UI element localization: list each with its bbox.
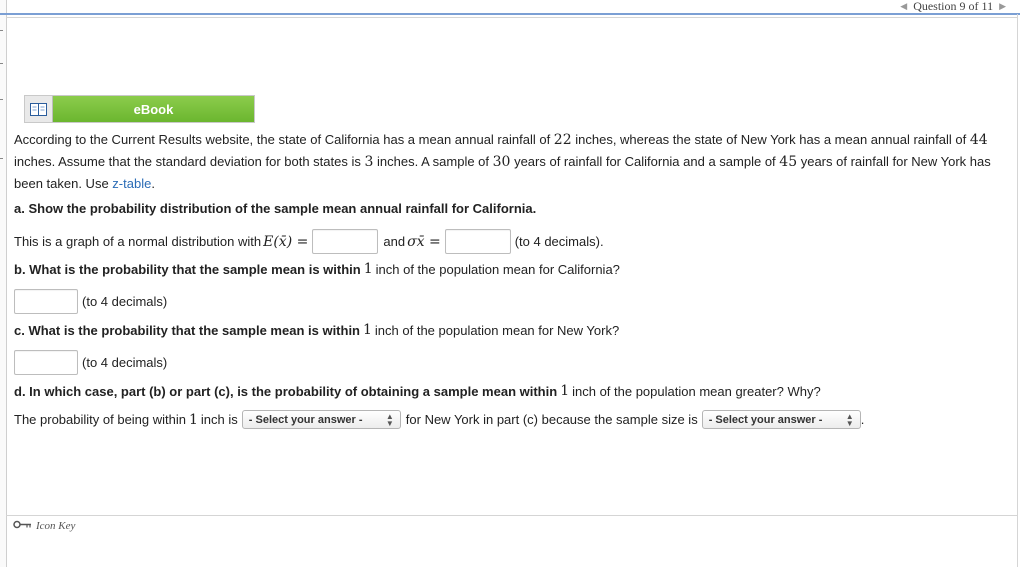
and-text: and bbox=[383, 234, 406, 249]
part-c-text: inch of the population mean for New York… bbox=[374, 322, 620, 338]
new-york-mean: 44 bbox=[969, 132, 988, 148]
part-b-number: 1 bbox=[363, 261, 373, 277]
part-d-label: d. In which case, part (b) or part (c), … bbox=[14, 383, 558, 399]
part-c-input[interactable] bbox=[14, 350, 78, 375]
select-arrows-icon: ▲ ▼ bbox=[385, 411, 394, 428]
intro-text: inches. Assume that the standard deviati… bbox=[14, 154, 365, 169]
expected-value-symbol: E(x̄) = bbox=[263, 233, 309, 250]
previous-question-icon[interactable]: ◀ bbox=[900, 1, 907, 12]
intro-text: According to the Current Results website… bbox=[14, 132, 554, 147]
part-b-question: b. What is the probability that the samp… bbox=[14, 261, 620, 277]
intro-paragraph: According to the Current Results website… bbox=[14, 129, 1004, 194]
ebook-button[interactable]: eBook bbox=[24, 95, 255, 123]
part-d-answer-row: The probability of being within 1 inch i… bbox=[14, 410, 864, 429]
footer-rule bbox=[6, 515, 1018, 516]
part-d-text: inch of the population mean greater? Why… bbox=[572, 383, 821, 399]
part-c-label: c. What is the probability that the samp… bbox=[14, 322, 360, 338]
standard-error-symbol: σx̄ = bbox=[407, 233, 441, 250]
part-d-question: d. In which case, part (b) or part (c), … bbox=[14, 383, 821, 399]
book-icon bbox=[25, 96, 53, 122]
part-a-label: a. Show the probability distribution of … bbox=[14, 201, 537, 216]
part-d-sentence: The probability of being within bbox=[14, 412, 186, 427]
california-mean: 22 bbox=[553, 132, 572, 148]
expected-value-input[interactable] bbox=[312, 229, 379, 254]
part-b-label: b. What is the probability that the samp… bbox=[14, 261, 361, 277]
part-a-prefix: This is a graph of a normal distribution… bbox=[14, 234, 262, 249]
intro-text: . bbox=[151, 176, 155, 191]
next-question-icon[interactable]: ▶ bbox=[999, 1, 1006, 12]
icon-key-link[interactable]: Icon Key bbox=[13, 520, 75, 532]
part-b-input[interactable] bbox=[14, 289, 78, 314]
part-a-decimals-note: (to 4 decimals). bbox=[514, 234, 604, 249]
question-counter: Question 9 of 11 bbox=[913, 0, 994, 13]
intro-text: inches, whereas the state of New York ha… bbox=[571, 132, 970, 147]
ebook-label: eBook bbox=[53, 96, 254, 122]
icon-key-label: Icon Key bbox=[36, 520, 76, 532]
part-c-decimals-note: (to 4 decimals) bbox=[82, 355, 168, 370]
part-d-number: 1 bbox=[560, 383, 570, 399]
select-arrows-icon: ▲ ▼ bbox=[845, 411, 854, 428]
left-rail bbox=[0, 0, 7, 567]
intro-text: inches. A sample of bbox=[373, 154, 493, 169]
part-c-answer-row: (to 4 decimals) bbox=[14, 350, 167, 375]
header-rule bbox=[0, 13, 1020, 15]
content-top-border bbox=[6, 17, 1018, 18]
content-right-border bbox=[1017, 14, 1018, 567]
california-sample-size: 30 bbox=[492, 154, 511, 170]
sample-size-comparison-select[interactable]: - Select your answer - ▲ ▼ bbox=[701, 410, 861, 429]
question-text: According to the Current Results website… bbox=[14, 129, 1004, 194]
select-value: - Select your answer - bbox=[708, 413, 823, 426]
part-d-sentence-number: 1 bbox=[189, 411, 198, 428]
part-d-sentence: inch is bbox=[200, 412, 238, 427]
part-b-text: inch of the population mean for Californ… bbox=[375, 261, 620, 277]
key-icon bbox=[13, 520, 32, 532]
part-d-sentence: . bbox=[860, 412, 865, 427]
part-b-decimals-note: (to 4 decimals) bbox=[82, 294, 168, 309]
probability-comparison-select[interactable]: - Select your answer - ▲ ▼ bbox=[241, 410, 401, 429]
part-a-question: a. Show the probability distribution of … bbox=[14, 201, 536, 216]
new-york-sample-size: 45 bbox=[779, 154, 798, 170]
part-b-answer-row: (to 4 decimals) bbox=[14, 289, 167, 314]
part-c-question: c. What is the probability that the samp… bbox=[14, 322, 619, 338]
intro-text: years of rainfall for California and a s… bbox=[510, 154, 780, 169]
standard-error-input[interactable] bbox=[444, 229, 511, 254]
part-c-number: 1 bbox=[363, 322, 372, 338]
part-d-sentence: for New York in part (c) because the sam… bbox=[405, 412, 698, 427]
part-a-answer-row: This is a graph of a normal distribution… bbox=[14, 229, 604, 254]
question-navigator: ◀ Question 9 of 11 ▶ bbox=[900, 0, 1006, 13]
z-table-link[interactable]: z-table bbox=[112, 176, 151, 191]
select-value: - Select your answer - bbox=[248, 413, 363, 426]
